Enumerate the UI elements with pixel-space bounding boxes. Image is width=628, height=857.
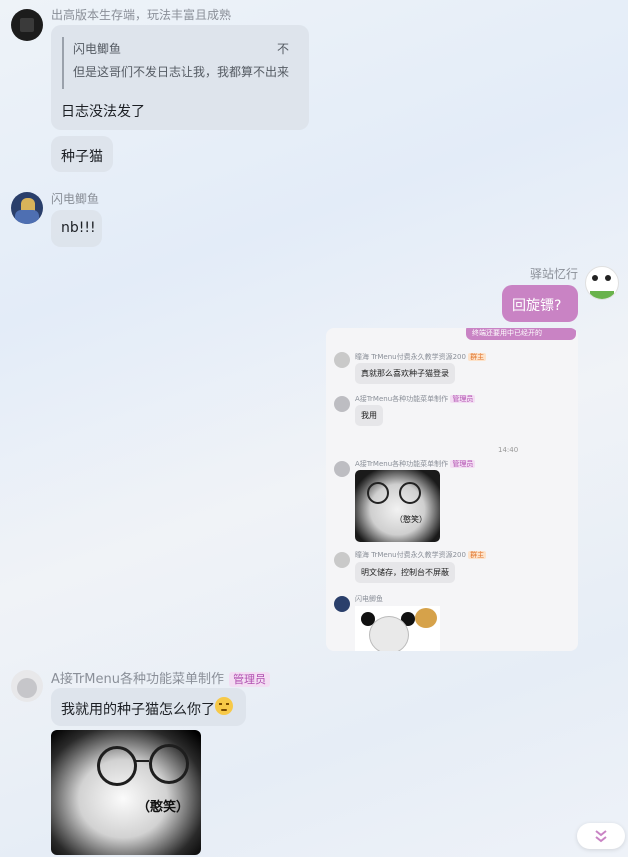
sender-name-m1: 出高版本生存端，玩法丰富且成熟 [51, 8, 232, 22]
message-bubble-m5[interactable]: 我就用的种子猫怎么你了 [51, 688, 246, 726]
sender-name-m4: 驿站忆行 [530, 267, 579, 281]
message-text: 我就用的种子猫怎么你了 [61, 702, 215, 718]
avatar-m3[interactable] [11, 192, 43, 224]
scroll-to-bottom-button[interactable] [577, 823, 625, 849]
avatar-m4[interactable] [585, 266, 619, 300]
sender-line-m5: A接TrMenu各种功能菜单制作 管理员 [51, 668, 271, 687]
forward-avatar-3 [334, 461, 350, 477]
forwarded-screenshot[interactable]: 终端还要用中已经开的 瞳海 TrMenu付费永久教学资源200 群主 真就那么喜… [326, 328, 578, 651]
message-bubble-m3[interactable]: nb!!! [51, 210, 102, 247]
admin-badge: 管理员 [229, 672, 271, 687]
sticker-caption: （憨笑） [137, 800, 190, 815]
forward-top-bubble: 终端还要用中已经开的 [466, 328, 576, 340]
quote-bar [62, 37, 64, 89]
double-chevron-down-icon [595, 830, 607, 843]
forward-avatar-5 [334, 596, 350, 612]
sender-name-m5: A接TrMenu各种功能菜单制作 [51, 672, 224, 687]
message-bubble-m4[interactable]: 回旋镖? [502, 285, 578, 322]
forward-time: 14:40 [498, 446, 519, 454]
message-bubble-m1[interactable]: 闪电鲫鱼 不 但是这哥们不发日志让我，我都算不出来 日志没法发了 [51, 25, 309, 130]
forward-avatar-1 [334, 352, 350, 368]
forward-bubble-4: 明文储存，控制台不屏蔽 [355, 562, 455, 583]
forward-sender-5: 闪电鲫鱼 [355, 595, 383, 603]
quote-author: 闪电鲫鱼 [73, 42, 122, 56]
quote-text: 但是这哥们不发日志让我，我都算不出来 [73, 65, 290, 79]
quote-author-tail: 不 [277, 42, 290, 56]
sticker-image[interactable]: （憨笑） [51, 730, 201, 855]
forward-avatar-4 [334, 552, 350, 568]
avatar-m5[interactable] [11, 670, 43, 702]
message-text: 种子猫 [61, 149, 103, 165]
forward-bubble-2: 我用 [355, 405, 383, 426]
forward-sender-3: A接TrMenu各种功能菜单制作 管理员 [355, 460, 476, 468]
smirk-emoji-icon [215, 697, 233, 715]
forward-panda-sticker [355, 606, 440, 651]
forward-sender-1: 瞳海 TrMenu付费永久教学资源200 群主 [355, 353, 487, 361]
forward-avatar-2 [334, 396, 350, 412]
message-text: 回旋镖? [512, 298, 562, 314]
forward-sender-4: 瞳海 TrMenu付费永久教学资源200 群主 [355, 551, 487, 559]
message-text: nb!!! [61, 220, 96, 236]
forward-bubble-1: 真就那么喜欢种子猫登录 [355, 363, 455, 384]
forward-sticker: （憨笑） [355, 470, 440, 542]
message-text: 日志没法发了 [61, 104, 145, 120]
message-bubble-m2[interactable]: 种子猫 [51, 136, 113, 172]
forward-sender-2: A接TrMenu各种功能菜单制作 管理员 [355, 395, 476, 403]
sender-name-m3: 闪电鲫鱼 [51, 192, 100, 206]
avatar-m1[interactable] [11, 9, 43, 41]
